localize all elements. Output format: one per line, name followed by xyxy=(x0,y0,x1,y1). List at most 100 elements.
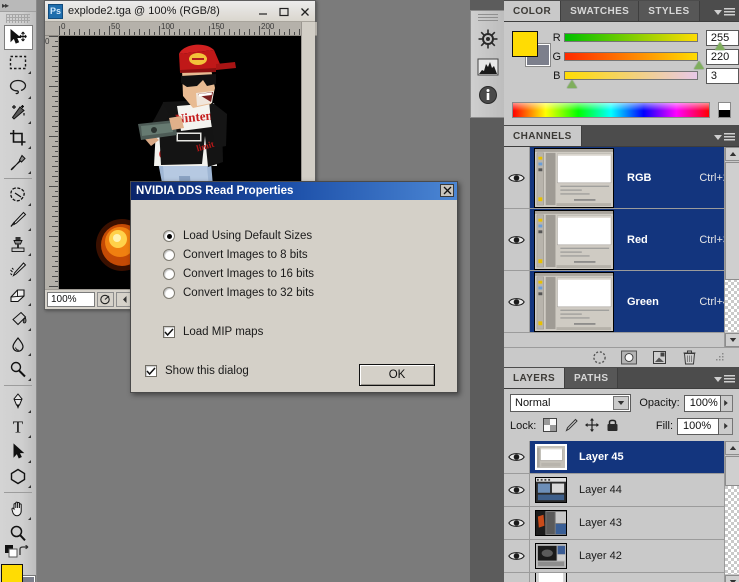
maximize-button[interactable] xyxy=(278,6,290,18)
zoom-tool[interactable] xyxy=(4,521,33,546)
document-title-bar[interactable]: Ps explode2.tga @ 100% (RGB/8) xyxy=(45,1,315,22)
chevron-down-icon[interactable] xyxy=(613,396,630,410)
default-colors-icon[interactable] xyxy=(5,545,18,561)
radio-button-icon[interactable] xyxy=(163,249,175,261)
blur-tool[interactable] xyxy=(4,332,33,357)
path-selection-tool[interactable] xyxy=(4,439,33,464)
checkbox-option[interactable]: Show this dialog xyxy=(145,365,249,377)
radio-option[interactable]: Load Using Default Sizes xyxy=(163,230,312,242)
layers-panel-menu-button[interactable] xyxy=(714,375,735,384)
opacity-stepper[interactable] xyxy=(720,394,733,412)
horizontal-ruler[interactable]: 0 50 100 150 200 xyxy=(45,22,317,36)
channel-content[interactable]: Green Ctrl+4 xyxy=(530,271,739,332)
shape-tool[interactable] xyxy=(4,464,33,489)
layer-visibility-toggle[interactable] xyxy=(504,474,530,506)
tab-color[interactable]: COLOR xyxy=(504,1,562,21)
delete-channel-icon[interactable] xyxy=(681,350,697,366)
info-icon[interactable] xyxy=(475,81,501,109)
color-value-g[interactable]: 220 xyxy=(705,48,739,65)
navigator-icon[interactable] xyxy=(475,25,501,53)
channel-row[interactable]: Green Ctrl+4 xyxy=(504,271,739,333)
scroll-down-arrow-icon[interactable] xyxy=(725,333,739,347)
eyedropper-tool[interactable] xyxy=(4,150,33,175)
tab-layers[interactable]: LAYERS xyxy=(504,368,566,388)
tab-channels[interactable]: CHANNELS xyxy=(504,126,582,146)
minimize-button[interactable] xyxy=(257,6,269,18)
checkbox-icon[interactable] xyxy=(163,326,175,338)
magic-wand-tool[interactable] xyxy=(4,100,33,125)
lock-image-pixels-icon[interactable] xyxy=(564,418,579,435)
clone-stamp-tool[interactable] xyxy=(4,232,33,257)
tab-paths[interactable]: PATHS xyxy=(565,368,619,388)
crop-tool[interactable] xyxy=(4,125,33,150)
layer-visibility-toggle[interactable] xyxy=(504,573,530,582)
color-slider-thumb-g[interactable] xyxy=(693,61,704,69)
scroll-up-arrow-icon[interactable] xyxy=(725,147,739,161)
layer-thumbnail[interactable] xyxy=(535,543,567,569)
color-slider-thumb-b[interactable] xyxy=(566,80,577,88)
radio-button-icon[interactable] xyxy=(163,287,175,299)
hand-tool[interactable] xyxy=(4,496,33,521)
channels-scroll-thumb[interactable] xyxy=(725,162,739,280)
healing-brush-tool[interactable] xyxy=(4,182,33,207)
layer-thumbnail[interactable] xyxy=(535,573,567,582)
layer-visibility-toggle[interactable] xyxy=(504,507,530,539)
color-picker-swatches[interactable] xyxy=(1,564,36,582)
swap-colors-icon[interactable] xyxy=(18,544,31,561)
histogram-icon[interactable] xyxy=(475,53,501,81)
layer-visibility-toggle[interactable] xyxy=(504,441,530,473)
black-white-swatch[interactable] xyxy=(718,102,731,118)
gradient-tool[interactable] xyxy=(4,307,33,332)
radio-button-icon[interactable] xyxy=(163,268,175,280)
layers-scroll-thumb[interactable] xyxy=(725,456,739,486)
toolbar-collapse-handle[interactable]: ▸▸ xyxy=(0,0,36,12)
dialog-title-bar[interactable]: NVIDIA DDS Read Properties xyxy=(131,182,457,200)
layer-thumbnail[interactable] xyxy=(535,477,567,503)
channels-scrollbar[interactable] xyxy=(724,147,739,347)
lock-all-icon[interactable] xyxy=(606,418,619,435)
color-panel-foreground-swatch[interactable] xyxy=(512,31,538,57)
type-tool[interactable]: T xyxy=(4,414,33,439)
layer-row[interactable]: Layer 42 xyxy=(504,540,739,573)
channel-content[interactable]: Red Ctrl+3 xyxy=(530,209,739,270)
toolbar-drag-grip[interactable] xyxy=(6,14,30,23)
rectangular-marquee-tool[interactable] xyxy=(4,50,33,75)
eraser-tool[interactable] xyxy=(4,282,33,307)
channel-visibility-toggle[interactable] xyxy=(504,209,530,270)
color-slider-thumb-r[interactable] xyxy=(714,42,725,50)
dialog-close-button[interactable] xyxy=(440,184,454,197)
new-channel-icon[interactable] xyxy=(651,350,667,366)
channel-visibility-toggle[interactable] xyxy=(504,147,530,208)
lock-transparent-pixels-icon[interactable] xyxy=(543,417,558,435)
channels-list[interactable]: RGB Ctrl+2 Red Ctrl+3 Green Ctrl+4 xyxy=(504,147,739,347)
lock-position-icon[interactable] xyxy=(585,417,600,435)
dodge-tool[interactable] xyxy=(4,357,33,382)
radio-option[interactable]: Convert Images to 16 bits xyxy=(163,268,314,280)
close-button[interactable] xyxy=(299,6,311,18)
opacity-field[interactable]: 100% xyxy=(683,394,721,412)
color-slider-g[interactable] xyxy=(563,52,704,69)
color-slider-b[interactable] xyxy=(563,71,698,88)
tab-styles[interactable]: STYLES xyxy=(639,1,700,21)
document-info-icon[interactable] xyxy=(97,292,114,307)
layer-thumbnail[interactable] xyxy=(535,444,567,470)
scroll-up-arrow-icon[interactable] xyxy=(725,441,739,455)
layers-scrollbar[interactable] xyxy=(724,441,739,582)
layer-row[interactable]: Layer 44 xyxy=(504,474,739,507)
foreground-color-swatch[interactable] xyxy=(1,564,23,582)
scroll-down-arrow-icon[interactable] xyxy=(725,575,739,582)
brush-tool[interactable] xyxy=(4,207,33,232)
history-brush-tool[interactable] xyxy=(4,257,33,282)
radio-option[interactable]: Convert Images to 32 bits xyxy=(163,287,314,299)
zoom-level-field[interactable]: 100% xyxy=(47,292,95,307)
move-tool[interactable] xyxy=(3,25,33,50)
fill-field[interactable]: 100% xyxy=(677,417,719,435)
channel-visibility-toggle[interactable] xyxy=(504,271,530,332)
lasso-tool[interactable] xyxy=(4,75,33,100)
radio-option[interactable]: Convert Images to 8 bits xyxy=(163,249,308,261)
pen-tool[interactable] xyxy=(4,389,33,414)
channel-content[interactable]: RGB Ctrl+2 xyxy=(530,147,739,208)
ok-button[interactable]: OK xyxy=(359,364,435,386)
color-spectrum-ramp[interactable] xyxy=(512,102,710,118)
color-panel-menu-button[interactable] xyxy=(714,8,735,17)
